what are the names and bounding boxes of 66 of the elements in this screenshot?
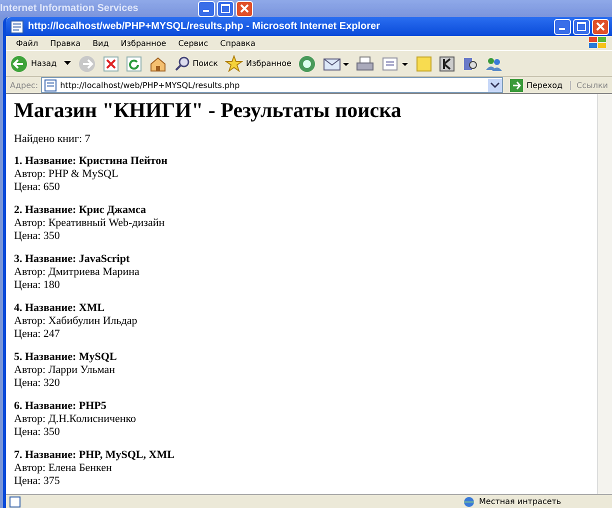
stop-icon[interactable] <box>102 56 119 72</box>
book-price: Цена: 350 <box>14 426 61 439</box>
page-icon <box>10 20 24 34</box>
maximize-icon <box>221 4 230 13</box>
book-title: 5. Название: MySQL <box>14 351 118 364</box>
edit-icon[interactable] <box>381 56 410 72</box>
close-button[interactable] <box>592 18 609 34</box>
book-author: Автор: PHP & MySQL <box>14 168 120 181</box>
book-price: Цена: 320 <box>14 377 61 390</box>
close-button[interactable] <box>236 0 254 16</box>
go-button[interactable]: Переход <box>506 78 567 92</box>
book-title: 3. Название: JavaScript <box>14 253 131 266</box>
refresh-icon[interactable] <box>126 56 142 72</box>
book-title: 1. Название: Кристина Пейтон <box>14 155 168 168</box>
results-count: Найдено книг: 7 <box>14 133 92 145</box>
minimize-button[interactable] <box>554 18 571 34</box>
printer-icon[interactable] <box>356 56 374 72</box>
book-author: Автор: Креативный Web-дизайн <box>14 217 166 230</box>
background-window-title: Internet Information Services <box>0 3 138 14</box>
mail-icon[interactable] <box>323 56 350 72</box>
book-title: 7. Название: PHP, MySQL, XML <box>14 449 176 462</box>
book-author: Автор: Дмитриева Марина <box>14 266 140 279</box>
dropdown-icon[interactable] <box>488 78 502 92</box>
page-icon <box>9 496 21 508</box>
book-price: Цена: 350 <box>14 230 61 243</box>
windows-flag-icon <box>588 36 608 50</box>
scrollbar[interactable] <box>597 94 612 494</box>
zone-label: Местная интрасеть <box>479 497 562 506</box>
menu-item[interactable]: Вид <box>86 38 115 48</box>
messenger-icon[interactable] <box>485 56 504 72</box>
maximize-button[interactable] <box>217 0 234 16</box>
book-title: 6. Название: PHP5 <box>14 400 108 413</box>
window-title: http://localhost/web/PHP+MYSQL/results.php - Microsoft Internet Explorer <box>28 21 380 32</box>
address-url: http://localhost/web/PHP+MYSQL/results.php <box>60 80 241 90</box>
book-author: Автор: Ларри Ульман <box>14 364 116 377</box>
maximize-icon <box>577 22 586 31</box>
menu-item[interactable]: Справка <box>214 38 262 48</box>
home-icon[interactable] <box>148 56 167 72</box>
dropdown-icon[interactable] <box>64 61 71 66</box>
book-author: Автор: Д.Н.Колисниченко <box>14 413 138 426</box>
book-price: Цена: 180 <box>14 279 61 292</box>
menu-item[interactable]: Правка <box>44 38 87 48</box>
magnifier-icon <box>174 56 190 72</box>
menu-item[interactable]: Файл <box>10 38 44 48</box>
book-price: Цена: 650 <box>14 181 61 194</box>
book-title: 4. Название: XML <box>14 302 106 315</box>
address-label: Адрес: <box>10 80 38 90</box>
book-price: Цена: 247 <box>14 328 61 341</box>
network-icon <box>462 496 476 508</box>
book-author: Автор: Елена Бенкен <box>14 462 113 475</box>
star-icon <box>224 55 243 72</box>
book-price: Цена: 375 <box>14 475 61 488</box>
book-title: 2. Название: Крис Джамса <box>14 204 148 217</box>
back-button[interactable]: Назад <box>10 54 57 72</box>
menu-item[interactable]: Избранное <box>114 38 172 48</box>
k-icon[interactable] <box>439 56 456 72</box>
close-icon <box>596 22 605 31</box>
minimize-button[interactable] <box>198 0 216 16</box>
maximize-button[interactable] <box>573 18 590 34</box>
favorites-button[interactable]: Избранное <box>224 55 292 72</box>
menu-item[interactable]: Сервис <box>172 38 214 48</box>
page-heading: Магазин "КНИГИ" - Результаты поиска <box>14 98 402 123</box>
search-button[interactable]: Поиск <box>174 56 218 72</box>
address-field[interactable]: http://localhost/web/PHP+MYSQL/results.php <box>41 77 504 93</box>
book-author: Автор: Хабибулин Ильдар <box>14 315 138 328</box>
close-icon <box>240 4 250 13</box>
